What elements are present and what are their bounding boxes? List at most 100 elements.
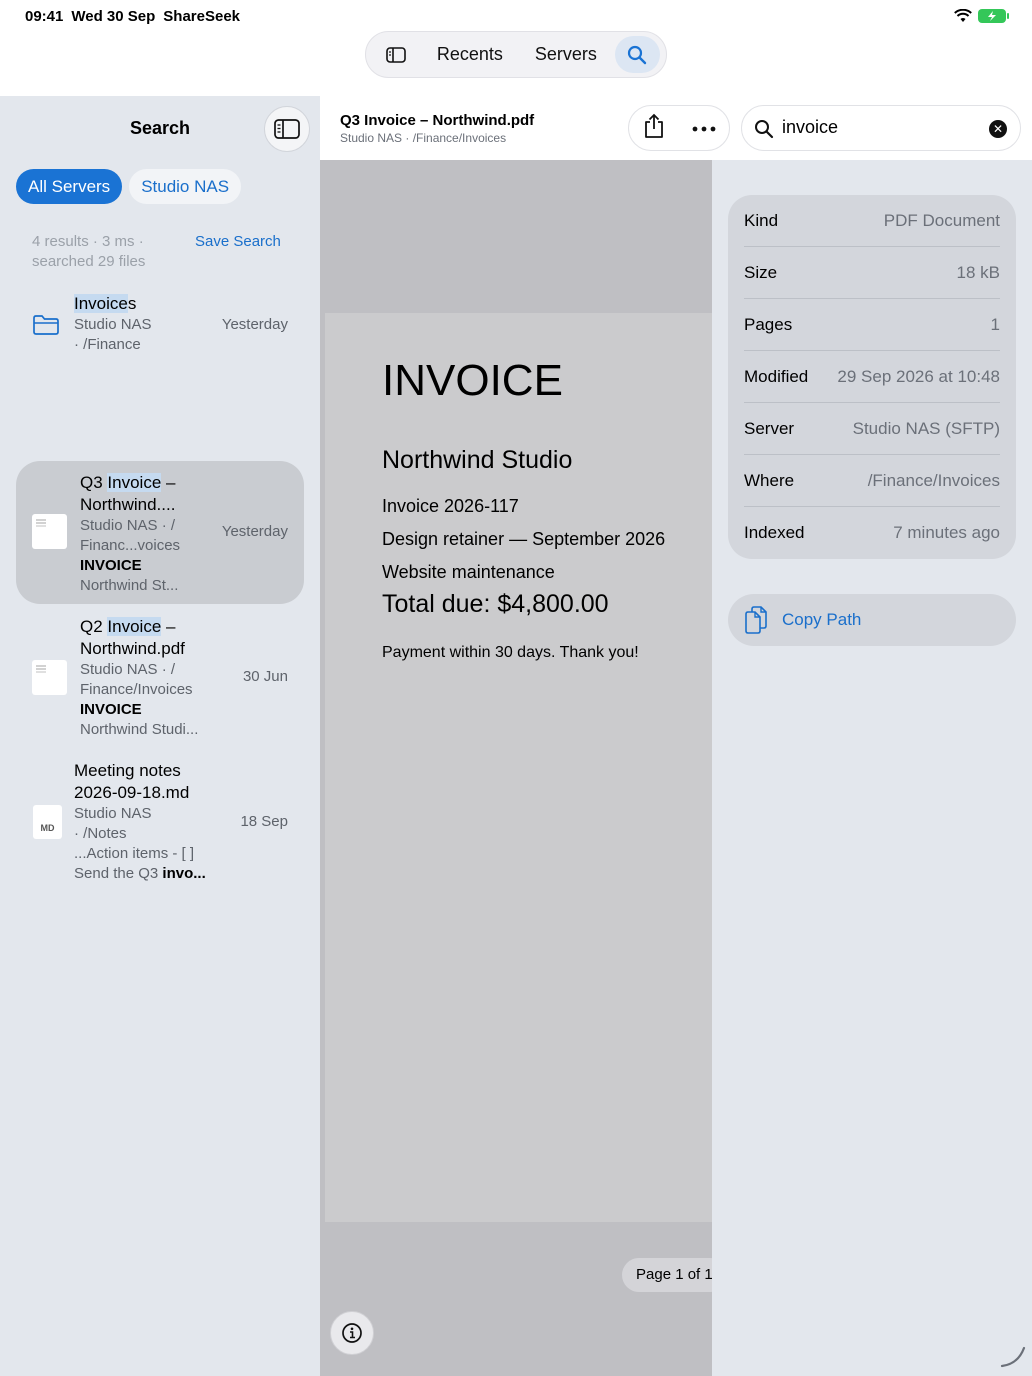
document-subtitle: Studio NAS · /Finance/Invoices xyxy=(340,131,507,145)
result-stats-line1: 4 results · 3 ms · xyxy=(32,233,144,250)
share-icon xyxy=(644,113,663,138)
result-path-line2: · /Finance xyxy=(74,336,141,353)
result-stats-line2: searched 29 files xyxy=(32,253,146,270)
meta-value: 29 Sep 2026 at 10:48 xyxy=(837,367,1000,386)
result-name: Q2 Invoice – xyxy=(80,616,220,638)
meta-key: Kind xyxy=(744,211,779,230)
name-rest: – xyxy=(161,473,176,492)
meta-row-modified: Modified 29 Sep 2026 at 10:48 xyxy=(744,351,1000,403)
result-snippet: ...Action items - [ ] xyxy=(74,845,195,862)
search-icon xyxy=(628,45,647,64)
result-snippet-line2: Send the Q3 invo... xyxy=(74,864,224,884)
meta-row-server: Server Studio NAS (SFTP) xyxy=(744,403,1000,455)
list-item[interactable]: Q2 Invoice – Northwind.pdf Studio NAS · … xyxy=(16,606,304,746)
invoice-line: Website maintenance xyxy=(382,562,555,582)
result-name-line2: Northwind.pdf xyxy=(80,639,185,658)
markdown-thumbnail: MD xyxy=(33,805,62,839)
meta-row-where: Where /Finance/Invoices xyxy=(744,455,1000,507)
result-path-line1: Studio NAS · / xyxy=(80,517,176,534)
invoice-payment-note: Payment within 30 days. Thank you! xyxy=(382,644,639,661)
search-input[interactable] xyxy=(782,117,982,138)
result-snippet-heading: INVOICE xyxy=(80,701,142,718)
snippet-match: invo... xyxy=(162,865,206,882)
meta-key: Size xyxy=(744,263,778,282)
result-date: 18 Sep xyxy=(240,813,288,830)
list-item-selected[interactable]: Q3 Invoice – Northwind.... Studio NAS · … xyxy=(16,461,304,604)
sidebar: Search All Servers Studio NAS 4 results … xyxy=(0,96,320,1376)
pdf-thumbnail xyxy=(32,514,67,549)
chip-all-servers[interactable]: All Servers xyxy=(16,169,123,204)
tab-search[interactable] xyxy=(614,36,660,73)
result-path-line1: Studio NAS xyxy=(74,316,152,333)
list-item[interactable]: Invoices Studio NAS · /Finance Yesterday xyxy=(16,286,304,361)
result-stats: 4 results · 3 ms · searched 29 files xyxy=(32,232,172,272)
more-button[interactable] xyxy=(692,119,716,137)
status-app-name: ShareSeek xyxy=(163,8,241,25)
result-text: Q3 Invoice – Northwind.... Studio NAS · … xyxy=(80,472,220,596)
tab-servers[interactable]: Servers xyxy=(519,36,613,73)
snippet-prefix: Send the Q3 xyxy=(74,865,163,882)
invoice-line: Design retainer — September 2026 xyxy=(382,529,666,549)
meta-key: Modified xyxy=(744,367,809,386)
name-rest: – xyxy=(161,617,176,636)
search-icon xyxy=(755,120,774,139)
save-search-button[interactable]: Save Search xyxy=(195,233,281,250)
invoice-company: Northwind Studio xyxy=(382,446,573,474)
battery-icon xyxy=(978,9,1009,23)
result-text: Invoices Studio NAS · /Finance xyxy=(74,293,214,355)
sidebar-collapse-button[interactable] xyxy=(264,106,310,152)
resize-handle-icon[interactable] xyxy=(1000,1342,1026,1368)
info-button[interactable] xyxy=(330,1311,374,1355)
sidebar-toggle-button[interactable] xyxy=(372,36,421,73)
result-text: Meeting notes 2026-09-18.md Studio NAS ·… xyxy=(74,760,224,884)
name-prefix: Q3 xyxy=(80,473,108,492)
info-icon xyxy=(342,1323,362,1343)
invoice-line: Invoice 2026-117 xyxy=(382,496,519,516)
name-rest: s xyxy=(127,294,137,313)
metadata-card: Kind PDF Document Size 18 kB Pages 1 Mod… xyxy=(728,195,1016,559)
folder-icon xyxy=(33,315,59,335)
meta-row-pages: Pages 1 xyxy=(744,299,1000,351)
document-actions xyxy=(628,105,730,151)
server-filter-chips: All Servers Studio NAS xyxy=(16,169,242,204)
status-time: 09:41 xyxy=(25,8,64,25)
status-bar: 09:41 Wed 30 Sep ShareSeek xyxy=(0,0,1032,32)
status-right xyxy=(954,9,1009,23)
meta-key: Indexed xyxy=(744,523,805,542)
share-button[interactable] xyxy=(643,113,665,144)
pdf-page: INVOICE Northwind Studio Invoice 2026-11… xyxy=(325,313,712,1222)
pdf-thumbnail xyxy=(32,660,67,695)
result-name: Invoices xyxy=(74,293,214,315)
clear-icon[interactable]: ✕ xyxy=(989,120,1007,138)
top-segmented-nav: Recents Servers xyxy=(365,31,667,78)
chip-studio-nas[interactable]: Studio NAS xyxy=(129,169,242,204)
wifi-icon xyxy=(954,9,972,22)
result-date: 30 Jun xyxy=(242,668,288,685)
name-highlight: Invoice xyxy=(74,294,128,313)
name-highlight: Invoice xyxy=(107,473,162,492)
meta-value: Studio NAS (SFTP) xyxy=(852,419,1000,438)
result-date: Yesterday xyxy=(221,523,288,540)
meta-value: /Finance/Invoices xyxy=(867,471,1000,490)
result-name: Meeting notes xyxy=(74,761,181,780)
result-snippet-heading: INVOICE xyxy=(80,557,142,574)
meta-value: 1 xyxy=(990,315,1000,334)
document-title: Q3 Invoice – Northwind.pdf xyxy=(340,112,535,129)
copy-path-button[interactable]: Copy Path xyxy=(728,594,1016,646)
result-snippet: Northwind Studi... xyxy=(80,721,199,738)
list-item[interactable]: MD Meeting notes 2026-09-18.md Studio NA… xyxy=(16,750,304,890)
meta-value: PDF Document xyxy=(883,211,1000,230)
result-path-line1: Studio NAS · / xyxy=(80,661,176,678)
result-text: Q2 Invoice – Northwind.pdf Studio NAS · … xyxy=(80,616,220,740)
status-left: 09:41 Wed 30 Sep ShareSeek xyxy=(25,8,240,25)
tab-recents[interactable]: Recents xyxy=(421,36,519,73)
status-date: Wed 30 Sep xyxy=(71,8,156,25)
search-field-container: ✕ xyxy=(741,105,1021,151)
invoice-heading: INVOICE xyxy=(382,356,563,405)
result-path-line1: Studio NAS xyxy=(74,805,152,822)
result-name-line2: 2026-09-18.md xyxy=(74,783,190,802)
name-prefix: Q2 xyxy=(80,617,108,636)
result-path-line2: Finance/Invoices xyxy=(80,681,193,698)
document-preview[interactable]: INVOICE Northwind Studio Invoice 2026-11… xyxy=(320,160,712,1376)
meta-row-kind: Kind PDF Document xyxy=(744,195,1000,247)
